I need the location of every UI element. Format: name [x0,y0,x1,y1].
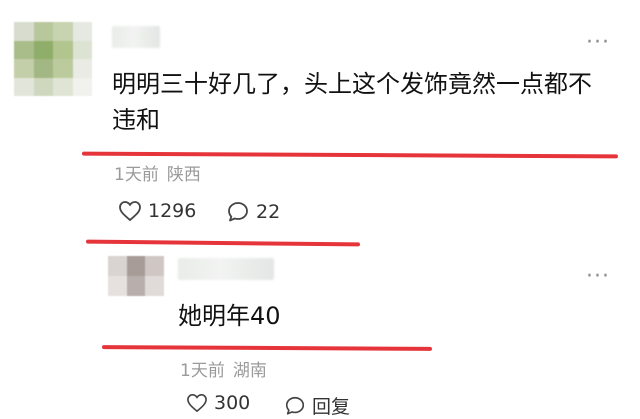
reply-meta: 1天前 湖南 [180,356,267,381]
reply-button[interactable]: 22 [226,200,280,224]
reply-location: 湖南 [232,361,267,381]
like-count: 1296 [148,200,197,222]
reply-text: 她明年40 [178,302,281,330]
comment-meta: 1天前 陕西 [114,160,201,185]
comment-location: 陕西 [166,165,201,185]
comment-icon [285,396,305,415]
reply-username[interactable] [178,258,274,280]
reply-avatar[interactable] [108,256,164,296]
heart-icon [187,393,207,413]
heart-icon [119,201,141,222]
reply-time: 1天前 [180,361,225,381]
annotation-underline [101,345,433,351]
annotation-underline [85,239,361,247]
reply-like-button[interactable]: 300 [186,392,250,414]
annotation-underline [81,151,619,159]
reply-reply-label: 回复 [312,396,351,418]
avatar[interactable] [14,22,92,96]
more-icon[interactable]: ··· [586,32,610,54]
reply-reply-button[interactable]: 回复 [284,392,350,419]
like-button[interactable]: 1296 [118,200,196,222]
more-icon[interactable]: ··· [586,266,610,288]
reply-like-count: 300 [214,392,251,414]
comment-time: 1天前 [114,165,159,185]
comment-icon [228,202,248,222]
username[interactable] [112,26,160,48]
reply-count: 22 [256,201,281,223]
comment-text: 明明三十好几了，头上这个发饰竟然一点都不违和 [112,70,592,134]
